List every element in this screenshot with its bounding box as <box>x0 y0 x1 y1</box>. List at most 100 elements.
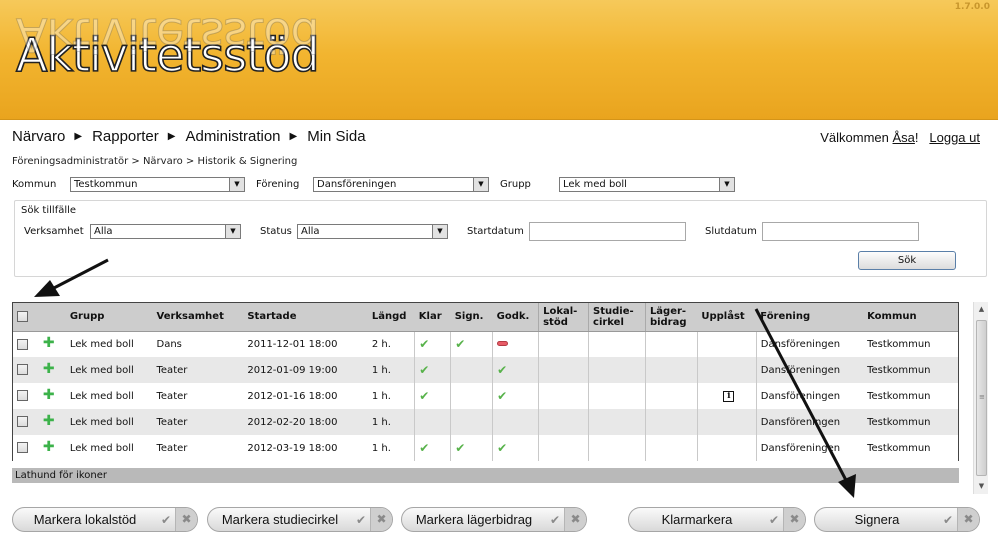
icon-legend-bar[interactable]: Lathund för ikoner <box>12 468 959 483</box>
plus-icon[interactable]: ✚ <box>43 413 55 429</box>
cell-lagerbidrag[interactable] <box>644 409 698 435</box>
nav-item-min-sida[interactable]: Min Sida <box>307 128 365 145</box>
table-row[interactable]: ✚ Lek med boll Dans 2011-12-01 18:00 2 h. ✔ ✔ D… <box>13 331 958 357</box>
startdatum-input[interactable] <box>529 222 686 241</box>
close-icon[interactable]: ✖ <box>957 508 979 531</box>
grupp-select[interactable]: Lek med boll ▼ <box>559 177 735 192</box>
cell-lokalstod[interactable] <box>538 435 589 461</box>
breadcrumb: Föreningsadministratör > Närvaro > Histo… <box>12 156 298 167</box>
cell-lagerbidrag[interactable] <box>644 357 698 383</box>
row-add-cell[interactable]: ✚ <box>39 357 66 383</box>
cell-grupp: Lek med boll <box>69 364 134 376</box>
verksamhet-label: Verksamhet <box>24 226 84 237</box>
nav-item-rapporter[interactable]: Rapporter ▶ <box>92 128 175 145</box>
cell-lagerbidrag[interactable] <box>644 331 698 357</box>
cell-studiecirkel[interactable] <box>588 435 646 461</box>
klarmarkera-button[interactable]: Klarmarkera ✔ ✖ <box>628 507 806 532</box>
row-checkbox[interactable] <box>17 338 28 350</box>
cell-godk: ✔ <box>492 357 539 383</box>
cell-lokalstod[interactable] <box>538 357 589 383</box>
row-select-cell[interactable] <box>13 409 39 435</box>
cell-studiecirkel[interactable] <box>588 383 646 409</box>
cell-startade: 2012-02-20 18:00 <box>247 416 338 428</box>
header-select-all[interactable] <box>13 303 39 332</box>
scroll-thumb[interactable]: ≡ <box>976 320 987 476</box>
mark-lagerbidrag-button[interactable]: Markera lägerbidrag ✔ ✖ <box>401 507 587 532</box>
kommun-select[interactable]: Testkommun ▼ <box>70 177 245 192</box>
welcome-text: Välkommen <box>820 130 889 145</box>
caret-right-icon: ▶ <box>74 131 83 142</box>
cell-langd: 1 h. <box>371 390 391 402</box>
mark-studiecirkel-button[interactable]: Markera studiecirkel ✔ ✖ <box>207 507 393 532</box>
table-row[interactable]: ✚ Lek med boll Teater 2012-01-09 19:00 1 h. ✔… <box>13 357 958 383</box>
kommun-label: Kommun <box>12 179 57 190</box>
cell-lokalstod[interactable] <box>538 409 589 435</box>
close-icon[interactable]: ✖ <box>783 508 805 531</box>
scroll-down-icon[interactable]: ▼ <box>974 479 989 494</box>
check-icon: ✔ <box>160 512 172 527</box>
verksamhet-select[interactable]: Alla ▼ <box>90 224 241 239</box>
plus-icon[interactable]: ✚ <box>43 387 55 403</box>
cell-lokalstod[interactable] <box>538 383 589 409</box>
slutdatum-input[interactable] <box>762 222 919 241</box>
column-lokalstod: Lokal-stöd <box>538 303 589 332</box>
cell-lagerbidrag[interactable] <box>644 383 698 409</box>
row-select-cell[interactable] <box>13 331 39 357</box>
table-row[interactable]: ✚ Lek med boll Teater 2012-01-16 18:00 1 h. ✔… <box>13 383 958 409</box>
cell-lagerbidrag[interactable] <box>644 435 698 461</box>
minus-icon <box>497 341 509 347</box>
chevron-down-icon: ▼ <box>229 178 244 191</box>
signera-button[interactable]: Signera ✔ ✖ <box>814 507 980 532</box>
cell-upplast <box>696 409 757 435</box>
row-checkbox[interactable] <box>17 416 28 428</box>
user-name-link[interactable]: Åsa <box>893 130 915 145</box>
chevron-down-icon: ▼ <box>473 178 488 191</box>
cell-studiecirkel[interactable] <box>588 357 646 383</box>
logout-link[interactable]: Logga ut <box>929 130 980 145</box>
forening-select[interactable]: Dansföreningen ▼ <box>313 177 489 192</box>
close-icon[interactable]: ✖ <box>564 508 586 531</box>
cell-verksamhet: Dans <box>156 338 182 350</box>
cell-forening: Dansföreningen <box>755 357 864 383</box>
column-klar: Klar <box>414 303 451 332</box>
column-startade: Startade <box>243 303 368 332</box>
cell-studiecirkel[interactable] <box>588 331 646 357</box>
cell-lokalstod[interactable] <box>538 331 589 357</box>
table-row[interactable]: ✚ Lek med boll Teater 2012-03-19 18:00 1 h. ✔… <box>13 435 958 461</box>
cell-upplast: i <box>696 383 757 409</box>
row-checkbox[interactable] <box>17 364 28 376</box>
row-add-cell[interactable]: ✚ <box>39 383 66 409</box>
close-icon[interactable]: ✖ <box>370 508 392 531</box>
row-select-cell[interactable] <box>13 383 39 409</box>
row-select-cell[interactable] <box>13 435 39 461</box>
nav-item-administration[interactable]: Administration ▶ <box>185 128 297 145</box>
select-all-checkbox[interactable] <box>17 311 28 322</box>
status-select[interactable]: Alla ▼ <box>297 224 448 239</box>
info-icon[interactable]: i <box>723 391 735 402</box>
column-studiecirkel: Studie-cirkel <box>588 303 646 332</box>
caret-right-icon: ▶ <box>167 131 176 142</box>
row-add-cell[interactable]: ✚ <box>39 435 66 461</box>
row-add-cell[interactable]: ✚ <box>39 331 66 357</box>
cell-sign: ✔ <box>450 435 493 461</box>
plus-icon[interactable]: ✚ <box>43 361 55 377</box>
nav-item-narvaro[interactable]: Närvaro ▶ <box>12 128 82 145</box>
plus-icon[interactable]: ✚ <box>43 439 55 455</box>
row-checkbox[interactable] <box>17 442 28 454</box>
cell-forening: Dansföreningen <box>755 435 864 461</box>
plus-icon[interactable]: ✚ <box>43 335 55 351</box>
row-checkbox[interactable] <box>17 390 28 402</box>
cell-studiecirkel[interactable] <box>588 409 646 435</box>
table-row[interactable]: ✚ Lek med boll Teater 2012-02-20 18:00 1 h. D… <box>13 409 958 435</box>
column-godk: Godk. <box>492 303 539 332</box>
cell-klar: ✔ <box>414 435 451 461</box>
cell-grupp: Lek med boll <box>69 390 134 402</box>
row-select-cell[interactable] <box>13 357 39 383</box>
mark-lokalstod-button[interactable]: Markera lokalstöd ✔ ✖ <box>12 507 198 532</box>
search-button[interactable]: Sök <box>858 251 956 270</box>
close-icon[interactable]: ✖ <box>175 508 197 531</box>
vertical-scrollbar[interactable]: ▲ ≡ ▼ <box>973 302 988 494</box>
cell-forening: Dansföreningen <box>755 409 864 435</box>
scroll-up-icon[interactable]: ▲ <box>974 302 989 317</box>
row-add-cell[interactable]: ✚ <box>39 409 66 435</box>
